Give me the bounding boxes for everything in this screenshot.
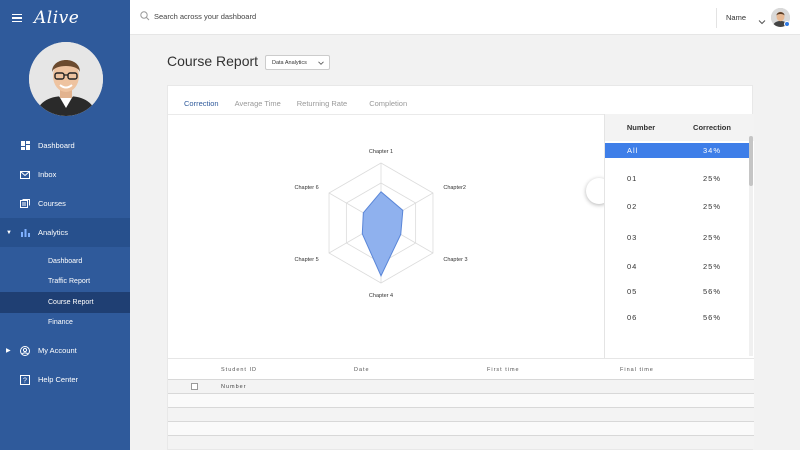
column-header-date: Date [354, 367, 370, 373]
students-table-header: Student ID Date First time Final time [168, 358, 754, 379]
search-input[interactable]: Search across your dashboard [154, 12, 256, 21]
table-row[interactable] [168, 421, 754, 435]
row-number: 05 [627, 287, 638, 296]
row-number: 02 [627, 202, 638, 211]
tabs-underline [168, 114, 604, 115]
table-row[interactable] [168, 393, 754, 407]
sidebar-item-courses[interactable]: Courses [0, 189, 130, 218]
chevron-down-icon[interactable] [758, 13, 766, 25]
tab-returning-rate[interactable]: Returning Rate [291, 96, 353, 115]
account-icon [20, 345, 30, 356]
column-header-correction: Correction [693, 123, 731, 132]
table-row[interactable]: All 34% [605, 143, 749, 158]
sidebar-item-label: Courses [38, 199, 66, 208]
sidebar-item-inbox[interactable]: Inbox [0, 160, 130, 189]
row-label: Number [221, 384, 247, 390]
table-row[interactable]: 01 25% [605, 171, 749, 186]
row-number: All [627, 146, 639, 155]
help-icon: ? [20, 374, 30, 385]
table-row[interactable]: 06 56% [605, 310, 749, 325]
row-value: 25% [702, 262, 721, 271]
row-number: 04 [627, 262, 638, 271]
scrollbar-thumb[interactable] [749, 136, 753, 186]
subnav-item-dashboard[interactable]: Dashboard [0, 251, 130, 272]
table-row[interactable]: 04 25% [605, 259, 749, 274]
sidebar-item-my-account[interactable]: ▶ My Account [0, 336, 130, 365]
expand-caret-icon: ▼ [6, 229, 12, 236]
dropdown-value: Data Analytics [272, 59, 307, 66]
radar-axis-label: Chapter 4 [369, 293, 393, 299]
table-row[interactable]: 03 25% [605, 230, 749, 245]
report-card: Correction Average Time Returning Rate C… [167, 85, 754, 450]
row-value: 25% [702, 233, 721, 242]
radar-axis-label: Chapter 1 [369, 149, 393, 155]
radar-axis-label: Chapter2 [443, 185, 466, 191]
radar-chart: Chapter 1 Chapter2 Chapter 3 Chapter 4 Chapt… [294, 149, 467, 299]
divider [716, 8, 717, 28]
row-number: 01 [627, 174, 638, 183]
page-title: Course Report [167, 53, 259, 69]
courses-icon [20, 199, 30, 209]
students-table: Student ID Date First time Final time Nu… [168, 358, 754, 449]
user-name[interactable]: Name [726, 13, 746, 22]
column-header-final-time: Final time [620, 367, 654, 373]
hamburger-menu-icon[interactable] [12, 13, 22, 22]
search-icon [140, 11, 150, 21]
search-bar[interactable]: Search across your dashboard [140, 11, 256, 21]
column-header-first-time: First time [487, 367, 520, 373]
sidebar-item-label: Dashboard [38, 141, 75, 150]
radar-data-area [361, 191, 404, 277]
sidebar-item-label: Analytics [38, 228, 69, 237]
sidebar-item-analytics[interactable]: ▼ Analytics [0, 218, 130, 247]
chevron-down-icon [318, 60, 324, 66]
tab-average-time[interactable]: Average Time [229, 96, 287, 115]
row-value: 25% [702, 202, 721, 211]
sidebar-nav: Dashboard Inbox Courses ▼ Analytics Dash… [0, 131, 130, 394]
sidebar-item-label: My Account [38, 346, 77, 355]
expand-caret-icon: ▶ [6, 348, 11, 354]
row-value: 25% [702, 174, 721, 183]
row-number: 03 [627, 233, 638, 242]
table-row[interactable] [168, 435, 754, 449]
subnav-item-course-report[interactable]: Course Report [0, 292, 130, 313]
online-status-dot [784, 21, 790, 27]
top-bar: Search across your dashboard Name [130, 0, 800, 35]
table-row[interactable] [168, 407, 754, 421]
inbox-icon [20, 170, 30, 180]
sidebar-item-label: Help Center [38, 375, 79, 384]
sidebar-item-label: Inbox [38, 170, 57, 179]
table-row[interactable]: Number [168, 379, 754, 393]
subnav-item-traffic-report[interactable]: Traffic Report [0, 272, 130, 293]
profile-photo [29, 42, 103, 116]
dashboard-icon [20, 141, 30, 151]
correction-table-header: Number Correction [605, 114, 754, 141]
sidebar-item-dashboard[interactable]: Dashboard [0, 131, 130, 160]
correction-table: Number Correction All 34% 01 25% 02 25% … [604, 114, 754, 358]
tab-completion[interactable]: Completion [363, 96, 413, 115]
row-number: 06 [627, 313, 638, 322]
table-row[interactable]: 05 56% [605, 284, 749, 299]
sidebar-item-help-center[interactable]: ? Help Center [0, 365, 130, 394]
radar-axis-label: Chapter 3 [443, 257, 467, 263]
row-value: 34% [702, 146, 721, 155]
subnav-item-finance[interactable]: Finance [0, 313, 130, 334]
radar-axis-label: Chapter 6 [294, 185, 318, 191]
radar-axis-label: Chapter 5 [294, 257, 318, 263]
app-logo: Alive [34, 7, 80, 28]
tab-correction[interactable]: Correction [178, 96, 225, 115]
column-header-student-id: Student ID [221, 367, 257, 373]
table-row[interactable]: 02 25% [605, 199, 749, 214]
column-header-number: Number [626, 123, 656, 132]
report-tabs: Correction Average Time Returning Rate C… [178, 96, 413, 115]
sidebar: Alive Dashboard Inbox Courses ▼ Analytic… [0, 0, 130, 450]
analytics-icon [20, 228, 30, 238]
data-analytics-dropdown[interactable]: Data Analytics [265, 55, 330, 70]
row-value: 56% [702, 287, 721, 296]
svg-text:?: ? [23, 377, 27, 384]
scrollbar[interactable] [749, 136, 753, 356]
select-checkbox[interactable] [191, 383, 198, 390]
row-value: 56% [702, 313, 721, 322]
